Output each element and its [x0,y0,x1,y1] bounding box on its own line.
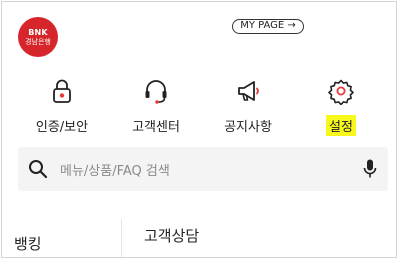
mypage-button[interactable]: MY PAGE → [232,19,304,34]
megaphone-icon [238,81,259,101]
logo-text-kr: 경남은행 [25,37,51,46]
lock-icon [53,79,71,103]
search-placeholder: 메뉴/상품/FAQ 검색 [60,164,170,179]
quick-menu-auth-security[interactable]: 인증/보안 [14,77,110,136]
headset-icon [145,80,167,104]
arrow-right-icon: → [287,20,296,31]
quick-menu-label: 고객센터 [132,120,180,135]
mypage-label: MY PAGE [240,20,285,31]
column-divider [121,219,122,259]
quick-menu-label: 공지사항 [224,120,272,135]
category-banking[interactable]: 뱅킹 [14,233,42,254]
logo-text-en: BNK [28,27,48,37]
quick-menu-label: 인증/보안 [35,120,89,135]
quick-menu-customer-center[interactable]: 고객센터 [108,77,204,136]
quick-menu-notice[interactable]: 공지사항 [200,77,296,136]
section-title: 고객상담 [144,227,200,245]
gear-icon [328,79,354,105]
bank-logo[interactable]: BNK 경남은행 [18,17,58,57]
search-bar[interactable]: 메뉴/상품/FAQ 검색 [18,147,388,191]
search-icon [29,160,48,179]
microphone-icon[interactable] [362,158,378,180]
quick-menu-settings[interactable]: 설정 [293,77,389,136]
quick-menu-label-highlighted: 설정 [326,115,356,136]
